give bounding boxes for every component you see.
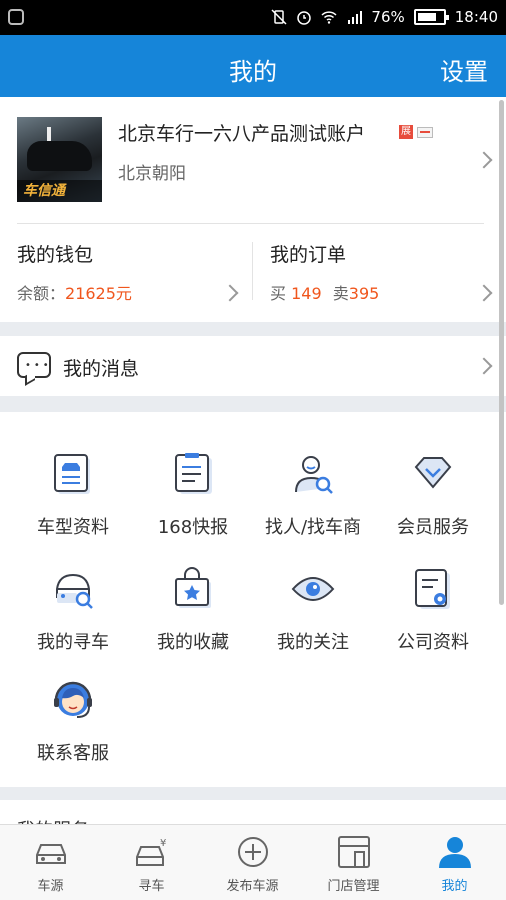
tab-car-source[interactable]: 车源 xyxy=(0,825,101,900)
grid-item-label: 我的寻车 xyxy=(37,632,109,653)
grid-item-label: 找人/找车商 xyxy=(264,517,362,538)
plus-circle-icon xyxy=(238,837,268,867)
tab-mine[interactable]: 我的 xyxy=(404,825,505,900)
orders-chevron-icon[interactable] xyxy=(475,284,493,302)
tab-label: 车源 xyxy=(37,879,64,894)
profile-chevron-icon[interactable] xyxy=(475,151,493,169)
car-search-icon xyxy=(56,573,93,609)
tab-store[interactable]: 门店管理 xyxy=(303,825,404,900)
buy-label: 买 xyxy=(270,284,287,303)
tab-bar: 车源 ¥ 寻车 发布车源 门店管理 我的 xyxy=(0,824,506,900)
battery-icon xyxy=(413,9,449,25)
orders-counts: 买 149 卖395 xyxy=(270,280,379,304)
alarm-icon xyxy=(297,11,312,25)
avatar-tag: 车信通 xyxy=(17,180,102,202)
person-search-icon xyxy=(295,456,333,494)
news-icon xyxy=(175,453,212,494)
messages-label: 我的消息 xyxy=(63,358,140,380)
store-icon xyxy=(338,836,370,868)
messages-row[interactable]: ••• 我的消息 xyxy=(0,336,506,396)
grid-item-customer-service[interactable]: 联系客服 xyxy=(13,678,133,778)
message-icon: ••• xyxy=(17,352,51,378)
grid-item-following[interactable]: 我的关注 xyxy=(253,567,373,667)
avatar-car xyxy=(27,141,92,171)
user-icon xyxy=(439,837,471,868)
profile-name[interactable]: 北京车行一六八产品测试账户 xyxy=(118,119,365,146)
grid-item-label: 会员服务 xyxy=(397,517,469,538)
profile-location: 北京朝阳 xyxy=(118,164,186,184)
grid-item-membership[interactable]: 会员服务 xyxy=(373,452,493,552)
settings-button[interactable]: 设置 xyxy=(440,52,488,87)
orders-title: 我的订单 xyxy=(270,244,347,266)
grid-item-find-people[interactable]: 找人/找车商 xyxy=(253,452,373,552)
sell-label: 卖 xyxy=(332,284,349,303)
divider xyxy=(17,223,484,224)
grid-item-car-models[interactable]: 车型资料 xyxy=(13,452,133,552)
messages-chevron-icon[interactable] xyxy=(475,357,493,375)
sell-count: 395 xyxy=(348,284,380,303)
profile-card: 车信通 北京车行一六八产品测试账户 展 北京朝阳 我的钱包 余额：21625元 … xyxy=(0,97,506,322)
grid-item-label: 联系客服 xyxy=(37,743,109,764)
car-yen-icon: ¥ xyxy=(136,838,166,866)
scrollbar[interactable] xyxy=(499,100,504,605)
diamond-icon xyxy=(414,457,452,489)
balance-value: 21625元 xyxy=(65,284,132,303)
grid-item-label: 车型资料 xyxy=(37,517,109,538)
signal-icon xyxy=(348,11,363,24)
vertical-divider xyxy=(252,242,253,300)
certificate-icon xyxy=(415,569,450,609)
favorites-bag-icon xyxy=(175,567,211,608)
vibrate-off-icon xyxy=(271,9,287,25)
buy-count: 149 xyxy=(291,284,322,303)
wallet-chevron-icon[interactable] xyxy=(221,284,239,302)
clock: 18:40 xyxy=(454,8,498,26)
grid-item-label: 我的关注 xyxy=(277,632,349,653)
tab-publish[interactable]: 发布车源 xyxy=(202,825,303,900)
grid-item-label: 168快报 xyxy=(157,517,229,538)
wifi-icon xyxy=(321,11,337,24)
battery-percent: 76% xyxy=(371,8,405,26)
page-title: 我的 xyxy=(229,58,277,86)
notification-icon xyxy=(8,9,24,25)
grid-item-my-car-search[interactable]: 我的寻车 xyxy=(13,567,133,667)
grid-item-label: 公司资料 xyxy=(397,632,469,653)
id-card-icon xyxy=(417,127,433,138)
wallet-balance: 余额：21625元 xyxy=(17,280,132,304)
tab-label: 我的 xyxy=(441,879,468,894)
tab-label: 门店管理 xyxy=(327,879,380,894)
app-bar: 我的 设置 xyxy=(0,35,506,97)
eye-icon xyxy=(291,577,335,601)
status-bar: 76% 18:40 xyxy=(0,0,506,35)
feature-grid: 车型资料 168快报 找人/找车商 会员服务 我的寻车 我的收藏 我的关注 公司… xyxy=(0,412,506,787)
grid-item-company-info[interactable]: 公司资料 xyxy=(373,567,493,667)
tab-label: 发布车源 xyxy=(226,879,279,894)
svg-text:¥: ¥ xyxy=(160,838,166,849)
grid-item-label: 我的收藏 xyxy=(157,632,229,653)
grid-item-favorites[interactable]: 我的收藏 xyxy=(133,567,253,667)
tab-find-car[interactable]: ¥ 寻车 xyxy=(101,825,202,900)
balance-label: 余额： xyxy=(17,284,66,303)
customer-service-icon xyxy=(54,681,92,718)
wallet-title: 我的钱包 xyxy=(17,244,94,266)
tab-label: 寻车 xyxy=(138,879,165,894)
car-icon xyxy=(36,844,66,864)
avatar[interactable]: 车信通 xyxy=(17,117,102,202)
exhibit-badge: 展 xyxy=(399,125,413,139)
car-document-icon xyxy=(54,454,90,494)
grid-item-news[interactable]: 168快报 xyxy=(133,452,253,552)
